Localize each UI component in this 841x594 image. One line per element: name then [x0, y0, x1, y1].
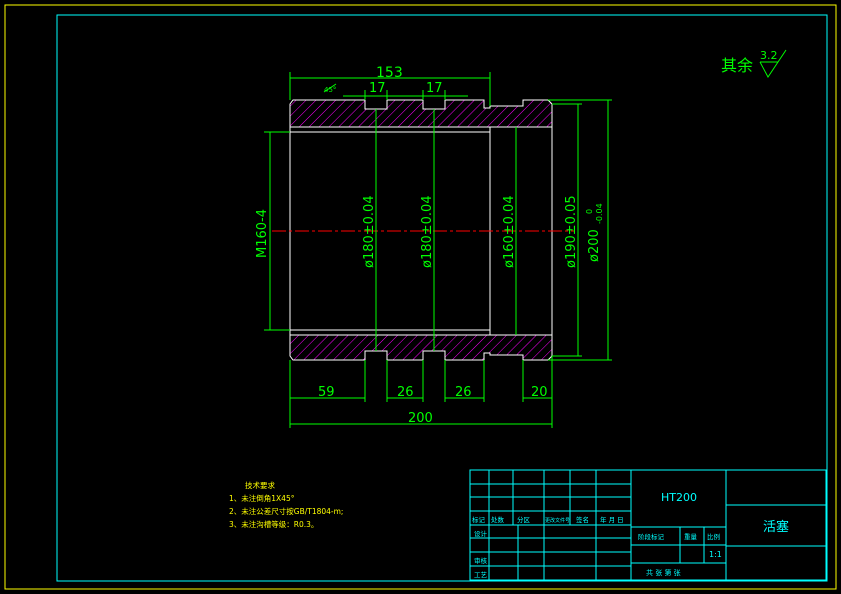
dim-dia5-upper: 0: [585, 209, 594, 214]
dim-overall-top: 153: [376, 65, 403, 81]
tb-process: 工艺: [474, 571, 488, 579]
dim-dia5: ø200: [587, 229, 602, 262]
dim-20: 20: [531, 385, 548, 400]
tb-label-sign: 签名: [576, 515, 589, 524]
dim-groove1: 17: [369, 81, 386, 96]
dim-dia3: ø160±0.04: [502, 195, 517, 268]
tb-label-doc: 更改文件号: [545, 517, 570, 524]
note-3: 3、未注沟槽等级：R0.3。: [229, 519, 318, 529]
tb-material: HT200: [661, 491, 697, 504]
tb-stage: 阶段标记: [638, 532, 665, 541]
dim-dia1: ø180±0.04: [362, 195, 377, 268]
inner-frame: [56, 14, 828, 582]
tb-part-name: 活塞: [763, 519, 789, 535]
tb-review: 审核: [474, 556, 488, 565]
note-2: 2、未注公差尺寸按GB/T1804-m;: [229, 506, 343, 516]
note-1: 1、未注倒角1X45°: [229, 493, 295, 503]
dim-dia5-lower: -0.04: [595, 203, 604, 224]
dim-59: 59: [318, 385, 335, 400]
dim-overall-bottom: 200: [408, 411, 433, 426]
tb-sheet: 共 张 第 张: [646, 568, 681, 577]
tb-design: 设计: [474, 529, 488, 538]
tb-scale-label: 比例: [707, 532, 720, 541]
dim-26b: 26: [455, 385, 472, 400]
notes-title: 技术要求: [245, 480, 275, 490]
dim-groove2: 17: [426, 81, 443, 96]
dim-thread: M160-4: [255, 209, 270, 258]
dim-dia4: ø190±0.05: [564, 195, 579, 268]
dim-dia2: ø180±0.04: [420, 195, 435, 268]
drawing-canvas: 其余 3.2 153 17 17 45° M160-4 ø180±0.04 ø1…: [0, 0, 841, 594]
tb-label-mark: 标记: [472, 515, 486, 524]
dim-chamfer: 45°: [324, 86, 336, 94]
roughness-value: 3.2: [760, 49, 778, 62]
tb-label-date: 年 月 日: [600, 515, 624, 524]
tb-label-zone: 分区: [517, 515, 531, 524]
roughness-label: 其余: [721, 56, 753, 75]
tb-label-count: 处数: [491, 515, 505, 524]
dim-26a: 26: [397, 385, 414, 400]
tb-scale: 1:1: [709, 550, 722, 559]
cad-drawing: 其余 3.2 153 17 17 45° M160-4 ø180±0.04 ø1…: [4, 4, 837, 590]
tb-weight: 重量: [684, 533, 698, 541]
outer-border: [4, 4, 837, 590]
